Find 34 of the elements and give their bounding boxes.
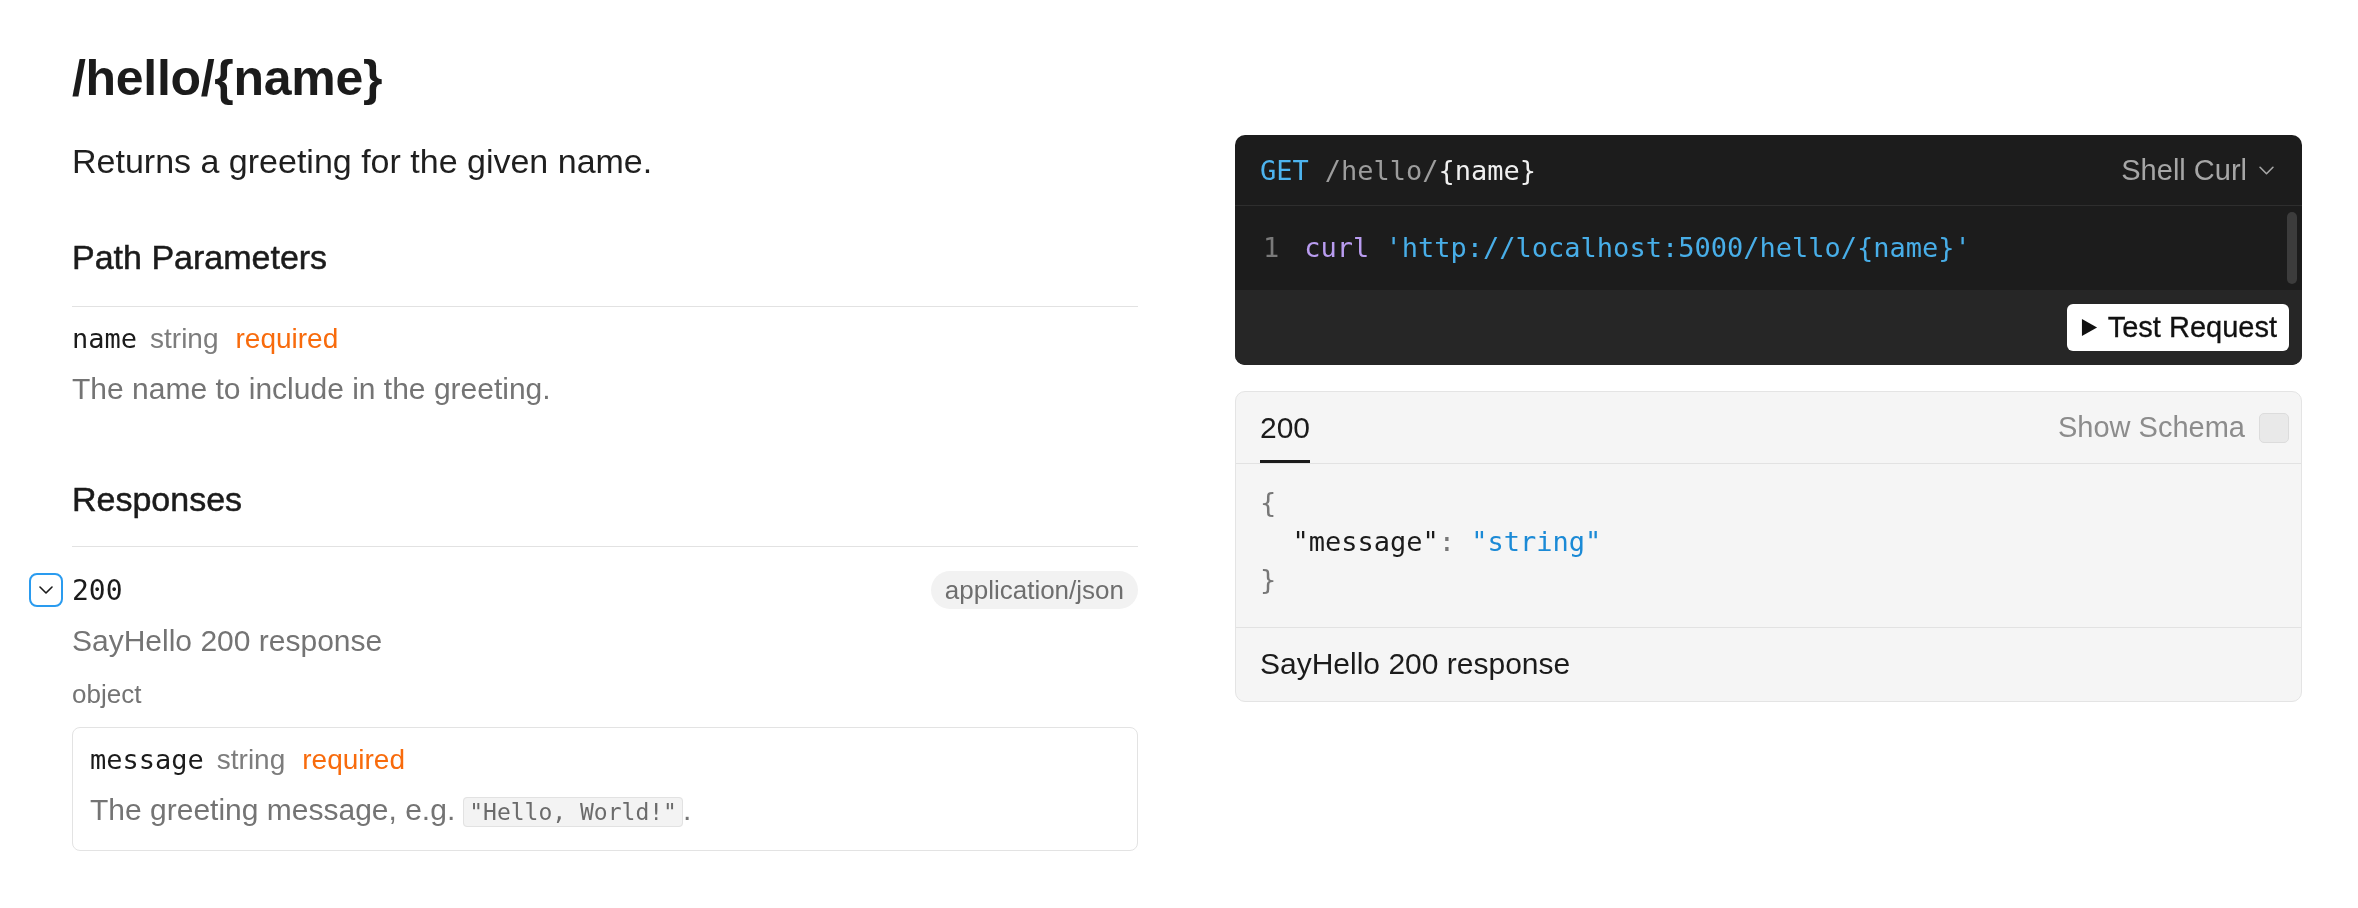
chevron-down-icon xyxy=(39,586,53,594)
parameter-description: The name to include in the greeting. xyxy=(72,371,551,407)
test-request-button[interactable]: Test Request xyxy=(2066,304,2289,351)
code-example: "Hello, World!" xyxy=(463,797,683,827)
json-brace: { xyxy=(1260,486,1277,520)
language-select[interactable]: Shell Curl xyxy=(2121,153,2274,187)
endpoint-description: Returns a greeting for the given name. xyxy=(72,143,653,179)
http-method: GET xyxy=(1260,154,1309,186)
endpoint-title: /hello/{name} xyxy=(72,50,383,106)
endpoint-path: /hello/{name} xyxy=(1324,154,1537,186)
line-number: 1 xyxy=(1263,231,1280,265)
required-label: required xyxy=(302,743,405,777)
parameter-type: string xyxy=(150,322,219,356)
property-type: string xyxy=(216,743,286,777)
chevron-down-icon xyxy=(2259,165,2274,175)
media-type-badge: application/json xyxy=(930,571,1138,609)
property-name: message xyxy=(90,743,204,777)
response-description: SayHello 200 response xyxy=(1260,647,1571,681)
parameter-name: name xyxy=(72,322,138,356)
section-heading: Path Parameters xyxy=(72,238,328,276)
code-line: curl 'http://localhost:5000/hello/{name}' xyxy=(1304,231,1971,265)
checkbox[interactable] xyxy=(2259,412,2289,443)
response-tab[interactable]: 200 xyxy=(1260,392,1311,463)
json-brace: } xyxy=(1260,563,1277,597)
collapse-button[interactable] xyxy=(29,573,63,607)
scrollbar-thumb[interactable] xyxy=(2287,212,2297,284)
response-description: SayHello 200 response xyxy=(72,623,383,659)
status-code: 200 xyxy=(72,573,123,607)
section-heading: Responses xyxy=(72,480,243,518)
json-property: "message": "string" xyxy=(1292,524,1602,559)
required-label: required xyxy=(235,322,339,356)
schema-type: object xyxy=(72,679,142,709)
play-icon xyxy=(2080,318,2098,337)
property-description: The greeting message, e.g. "Hello, World!" . xyxy=(90,792,692,829)
